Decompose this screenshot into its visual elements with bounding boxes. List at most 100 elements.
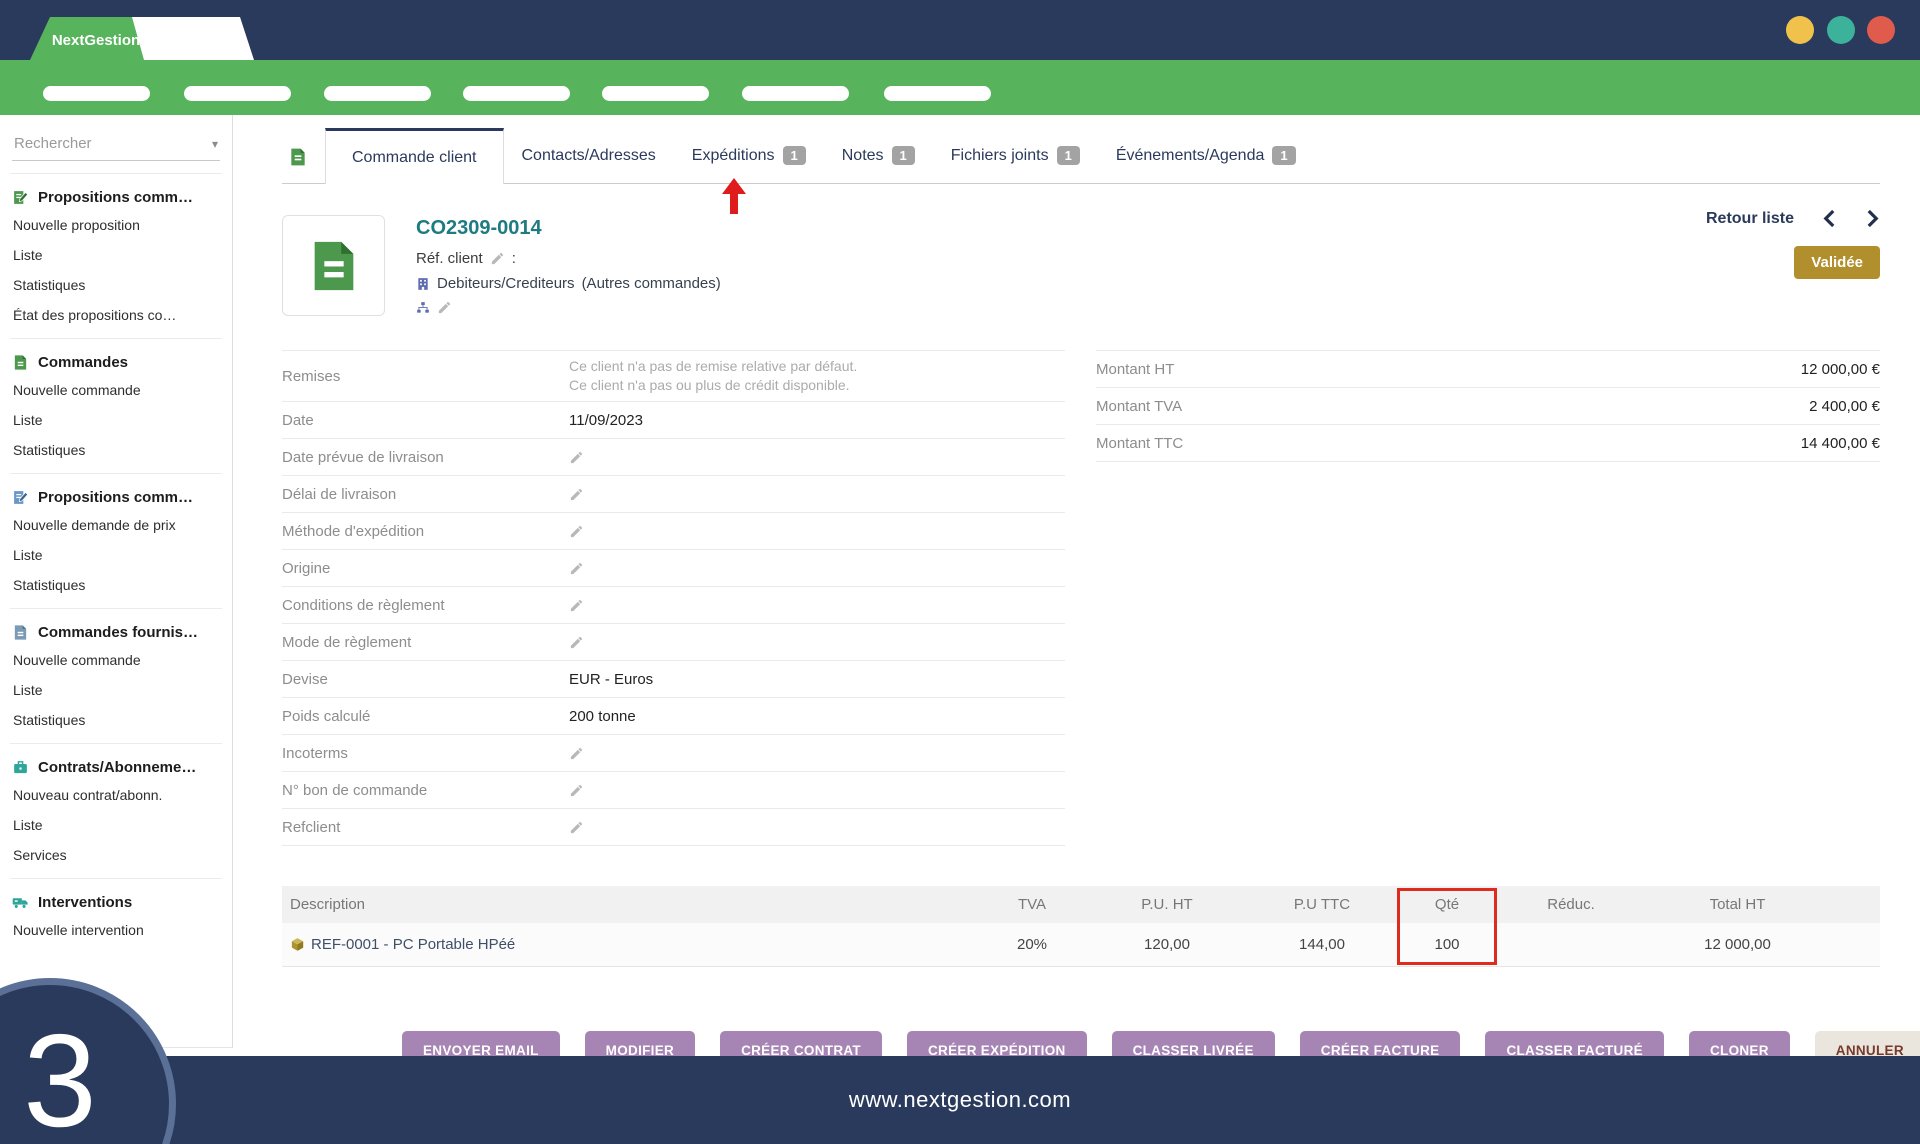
tab-count-badge: 1 — [783, 146, 806, 165]
order-document-icon — [305, 237, 363, 295]
brand-name: NextGestion — [52, 28, 140, 49]
tab-notes[interactable]: Notes 1 — [824, 128, 933, 183]
tab-expeditions[interactable]: Expéditions 1 — [674, 128, 824, 183]
col-header-pu-ttc: P.U TTC — [1247, 896, 1397, 913]
detail-label: Incoterms — [282, 737, 569, 770]
total-row-ht: Montant HT 12 000,00 € — [1096, 351, 1880, 388]
sidebar-section-commandes-fournisseurs[interactable]: Commandes fournis… — [12, 624, 220, 641]
edit-pencil-icon[interactable] — [569, 524, 584, 539]
main-menubar — [0, 60, 1920, 115]
detail-row-remises: Remises Ce client n'a pas de remise rela… — [282, 351, 1065, 402]
detail-row-refclient: Refclient — [282, 809, 1065, 846]
ref-client-label: Réf. client — [416, 250, 483, 267]
sidebar-item-statistiques[interactable]: Statistiques — [12, 566, 220, 596]
order-lines-table: Description TVA P.U. HT P.U TTC Qté Rédu… — [282, 886, 1880, 967]
lines-header-row: Description TVA P.U. HT P.U TTC Qté Rédu… — [282, 886, 1880, 923]
col-header-pu-ht: P.U. HT — [1087, 896, 1247, 913]
detail-row-delai-livraison: Délai de livraison — [282, 476, 1065, 513]
edit-pencil-icon[interactable] — [569, 820, 584, 835]
sidebar-item-nouvelle-proposition[interactable]: Nouvelle proposition — [12, 206, 220, 236]
next-record-icon[interactable] — [1865, 209, 1880, 228]
tab-label: Commande client — [352, 149, 477, 167]
sidebar-item-services[interactable]: Services — [12, 836, 220, 866]
window-minimize-dot-icon[interactable] — [1786, 16, 1814, 44]
detail-row-bon-commande: N° bon de commande — [282, 772, 1065, 809]
sidebar-section-propositions-fournisseurs[interactable]: Propositions comm… — [12, 489, 220, 506]
cell-pu-ttc: 144,00 — [1247, 936, 1397, 953]
total-value: 2 400,00 € — [1809, 398, 1880, 415]
footer-url: www.nextgestion.com — [849, 1087, 1071, 1113]
sidebar-item-liste[interactable]: Liste — [12, 236, 220, 266]
sidebar-section-title: Contrats/Abonneme… — [38, 759, 196, 776]
previous-record-icon[interactable] — [1822, 209, 1837, 228]
sidebar-item-liste[interactable]: Liste — [12, 806, 220, 836]
menubar-item-pill[interactable] — [43, 86, 150, 101]
chevron-down-icon[interactable]: ▾ — [212, 137, 218, 151]
sidebar-item-liste[interactable]: Liste — [12, 401, 220, 431]
total-row-ttc: Montant TTC 14 400,00 € — [1096, 425, 1880, 462]
menubar-item-pill[interactable] — [884, 86, 991, 101]
sidebar-item-statistiques[interactable]: Statistiques — [12, 431, 220, 461]
edit-pencil-icon[interactable] — [569, 746, 584, 761]
detail-value: 11/09/2023 — [569, 412, 643, 429]
tab-commande-client[interactable]: Commande client — [325, 128, 504, 184]
detail-label: Date — [282, 404, 569, 437]
edit-pencil-icon[interactable] — [569, 783, 584, 798]
thirdparty-link[interactable]: Debiteurs/Crediteurs — [437, 275, 575, 292]
edit-pencil-icon[interactable] — [490, 251, 505, 266]
total-value: 12 000,00 € — [1801, 361, 1880, 378]
back-to-list-link[interactable]: Retour liste — [1706, 210, 1794, 228]
menubar-item-pill[interactable] — [184, 86, 291, 101]
detail-label: Poids calculé — [282, 700, 569, 733]
tab-label: Expéditions — [692, 147, 775, 165]
tab-evenements-agenda[interactable]: Événements/Agenda 1 — [1098, 128, 1314, 183]
cell-pu-ht: 120,00 — [1087, 936, 1247, 953]
sidebar-item-etat-propositions[interactable]: État des propositions co… — [12, 296, 220, 326]
menubar-item-pill[interactable] — [742, 86, 849, 101]
tab-fichiers-joints[interactable]: Fichiers joints 1 — [933, 128, 1098, 183]
sidebar-item-nouvelle-intervention[interactable]: Nouvelle intervention — [12, 911, 220, 941]
sidebar-item-nouvelle-commande[interactable]: Nouvelle commande — [12, 371, 220, 401]
detail-label: Délai de livraison — [282, 478, 569, 511]
menubar-item-pill[interactable] — [463, 86, 570, 101]
tab-contacts-adresses[interactable]: Contacts/Adresses — [504, 128, 674, 183]
divider — [10, 743, 222, 744]
sidebar-item-nouvelle-commande[interactable]: Nouvelle commande — [12, 641, 220, 671]
tab-count-badge: 1 — [1057, 146, 1080, 165]
divider — [10, 608, 222, 609]
edit-pencil-icon[interactable] — [569, 487, 584, 502]
product-ref-link[interactable]: REF-0001 - PC Portable HPéé — [311, 936, 515, 953]
sidebar-item-liste[interactable]: Liste — [12, 671, 220, 701]
window-maximize-dot-icon[interactable] — [1827, 16, 1855, 44]
sidebar-item-nouveau-contrat[interactable]: Nouveau contrat/abonn. — [12, 776, 220, 806]
project-sitemap-icon[interactable] — [416, 301, 430, 315]
edit-pencil-icon[interactable] — [569, 561, 584, 576]
edit-pencil-icon[interactable] — [569, 598, 584, 613]
product-cube-icon — [290, 937, 305, 952]
sidebar-item-nouvelle-demande-prix[interactable]: Nouvelle demande de prix — [12, 506, 220, 536]
search-placeholder: Rechercher — [14, 135, 92, 152]
sidebar-section-propositions[interactable]: Propositions comm… — [12, 189, 220, 206]
sidebar-section-commandes[interactable]: Commandes — [12, 354, 220, 371]
edit-pencil-icon[interactable] — [569, 635, 584, 650]
sidebar-item-liste[interactable]: Liste — [12, 536, 220, 566]
detail-label: Refclient — [282, 811, 569, 844]
sidebar-section-interventions[interactable]: Interventions — [12, 894, 220, 911]
sidebar-section-contrats[interactable]: Contrats/Abonneme… — [12, 759, 220, 776]
detail-row-conditions-reglement: Conditions de règlement — [282, 587, 1065, 624]
sidebar-item-statistiques[interactable]: Statistiques — [12, 266, 220, 296]
total-row-tva: Montant TVA 2 400,00 € — [1096, 388, 1880, 425]
menubar-item-pill[interactable] — [324, 86, 431, 101]
window-close-dot-icon[interactable] — [1867, 16, 1895, 44]
search-input[interactable]: Rechercher ▾ — [12, 129, 220, 161]
sidebar-item-statistiques[interactable]: Statistiques — [12, 701, 220, 731]
ref-client-colon: : — [512, 250, 516, 267]
footer-bar: www.nextgestion.com — [0, 1056, 1920, 1144]
thirdparty-note[interactable]: (Autres commandes) — [582, 275, 721, 292]
detail-label: Remises — [282, 360, 569, 393]
menubar-item-pill[interactable] — [602, 86, 709, 101]
detail-value: 200 tonne — [569, 708, 636, 725]
detail-label: Date prévue de livraison — [282, 441, 569, 474]
edit-pencil-icon[interactable] — [569, 450, 584, 465]
edit-pencil-icon[interactable] — [437, 300, 452, 315]
